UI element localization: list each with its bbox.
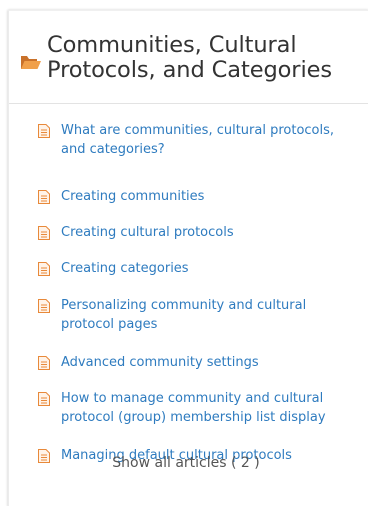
article-link[interactable]: Creating communities <box>61 187 361 206</box>
category-title: Communities, Cultural Protocols, and Cat… <box>47 32 332 83</box>
category-header: Communities, Cultural Protocols, and Cat… <box>9 11 368 104</box>
document-icon <box>38 262 50 276</box>
article-link[interactable]: How to manage community and cultural pro… <box>61 389 361 427</box>
article-link[interactable]: Creating cultural protocols <box>61 223 361 242</box>
document-icon <box>38 392 50 406</box>
folder-open-icon <box>21 56 41 69</box>
page: Communities, Cultural Protocols, and Cat… <box>0 0 368 506</box>
article-link[interactable]: Advanced community settings <box>61 353 361 372</box>
article-link[interactable]: Personalizing community and cultural pro… <box>61 296 361 334</box>
document-icon <box>38 190 50 204</box>
show-all-articles-link[interactable]: Show all articles ( 2 ) <box>0 454 368 472</box>
document-icon <box>38 299 50 313</box>
document-icon <box>38 226 50 240</box>
document-icon <box>38 356 50 370</box>
article-link[interactable]: What are communities, cultural protocols… <box>61 121 361 159</box>
category-card: Communities, Cultural Protocols, and Cat… <box>8 10 368 506</box>
document-icon <box>38 124 50 138</box>
article-link[interactable]: Creating categories <box>61 259 361 278</box>
